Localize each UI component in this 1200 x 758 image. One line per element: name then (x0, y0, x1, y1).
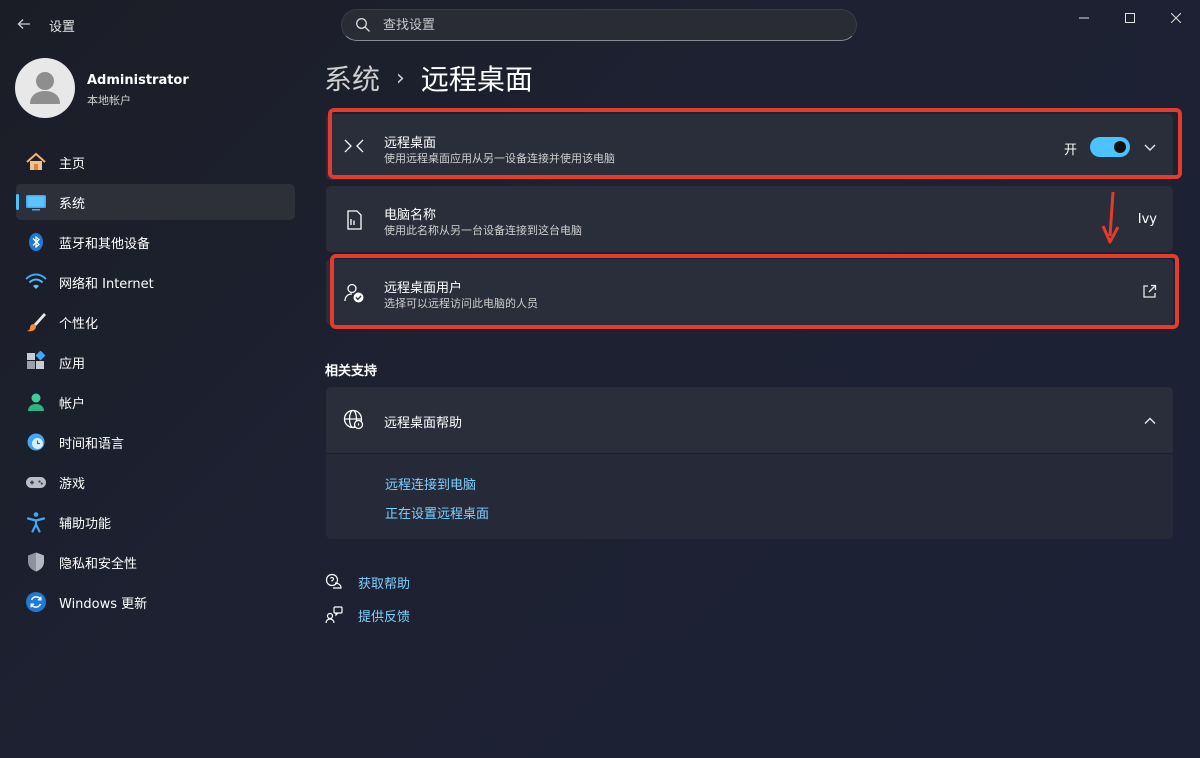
feedback-link[interactable]: 提供反馈 (324, 605, 410, 625)
help-link-setup-remote-desktop[interactable]: 正在设置远程桌面 (385, 503, 489, 522)
feedback-label: 提供反馈 (358, 609, 411, 625)
bluetooth-icon (25, 231, 47, 253)
chevron-up-icon[interactable] (1143, 413, 1157, 427)
divider (326, 453, 1173, 454)
app-title: 设置 (49, 20, 76, 35)
get-help-link[interactable]: 获取帮助 (324, 572, 410, 592)
avatar[interactable] (15, 58, 75, 118)
search-input[interactable] (383, 17, 823, 33)
close-button[interactable] (1153, 6, 1199, 30)
update-icon (25, 591, 47, 613)
sidebar-item-accessibility[interactable]: 辅助功能 (16, 504, 295, 540)
sidebar-item-privacy[interactable]: 隐私和安全性 (16, 544, 295, 580)
profile-name: Administrator (87, 73, 189, 88)
user-check-icon (342, 281, 366, 305)
pc-name-title: 电脑名称 (384, 208, 437, 223)
help-title: 远程桌面帮助 (384, 416, 463, 431)
wifi-icon (25, 271, 47, 293)
page-title: 远程桌面 (420, 63, 533, 96)
back-button[interactable] (12, 12, 36, 36)
sidebar-item-system[interactable]: 系统 (16, 184, 295, 220)
search-box[interactable] (341, 9, 857, 41)
search-icon (356, 18, 370, 32)
related-support-heading: 相关支持 (325, 364, 378, 379)
toggle-knob (1114, 141, 1126, 153)
pc-name-card: 电脑名称 使用此名称从另一台设备连接到这台电脑 Ivy (326, 186, 1173, 252)
chevron-down-icon[interactable] (1143, 139, 1157, 153)
sidebar-item-label: 隐私和安全性 (59, 556, 138, 572)
sidebar-item-windows-update[interactable]: Windows 更新 (16, 584, 295, 620)
sidebar-item-network[interactable]: 网络和 Internet (16, 264, 295, 300)
help-card-header[interactable]: 远程桌面帮助 (326, 387, 1173, 453)
remote-desktop-icon (342, 135, 366, 159)
remote-desktop-toggle[interactable] (1090, 137, 1130, 157)
help-link-remote-connect[interactable]: 远程连接到电脑 (385, 474, 476, 493)
time-language-icon (25, 431, 47, 453)
title-bar: 设置 (0, 0, 1200, 48)
help-chat-icon (324, 572, 344, 592)
remote-desktop-description: 使用远程桌面应用从另一设备连接并使用该电脑 (384, 152, 615, 165)
system-icon (25, 191, 47, 213)
shield-icon (25, 551, 47, 573)
sidebar-item-label: 主页 (59, 156, 86, 172)
remote-desktop-card[interactable]: 远程桌面 使用远程桌面应用从另一设备连接并使用该电脑 开 (326, 114, 1173, 180)
gamepad-icon (25, 471, 47, 493)
sidebar-item-personalization[interactable]: 个性化 (16, 304, 295, 340)
brush-icon (25, 311, 47, 333)
sidebar-nav: 主页 系统 蓝牙和其他设备 网络和 Internet 个性化 应用 帐户 时间和… (16, 144, 295, 624)
close-icon (1171, 13, 1181, 23)
minimize-button[interactable] (1061, 6, 1107, 30)
sidebar-item-label: 时间和语言 (59, 436, 125, 452)
pc-name-description: 使用此名称从另一台设备连接到这台电脑 (384, 224, 582, 237)
sidebar-item-bluetooth[interactable]: 蓝牙和其他设备 (16, 224, 295, 260)
sidebar-item-time-language[interactable]: 时间和语言 (16, 424, 295, 460)
minimize-icon (1079, 17, 1089, 19)
external-link-icon[interactable] (1142, 284, 1157, 299)
sidebar-item-label: 系统 (59, 196, 86, 212)
home-icon (25, 151, 47, 173)
sidebar-item-accounts[interactable]: 帐户 (16, 384, 295, 420)
accessibility-icon (25, 511, 47, 533)
sidebar-item-home[interactable]: 主页 (16, 144, 295, 180)
sidebar-item-label: 个性化 (59, 316, 99, 332)
feedback-icon (324, 605, 344, 625)
maximize-icon (1125, 13, 1135, 23)
profile-account-type: 本地帐户 (87, 94, 131, 107)
remote-users-title: 远程桌面用户 (384, 281, 463, 296)
sidebar-item-apps[interactable]: 应用 (16, 344, 295, 380)
pc-name-value: Ivy (1137, 212, 1157, 227)
sidebar-item-label: 应用 (59, 356, 86, 372)
globe-help-icon (342, 408, 366, 432)
apps-icon (25, 351, 47, 373)
breadcrumb-separator: › (396, 65, 405, 91)
red-arrow-annotation (1101, 191, 1120, 244)
sidebar-item-label: 网络和 Internet (59, 276, 154, 292)
breadcrumb: 系统 › 远程桌面 (324, 58, 533, 98)
remote-desktop-title: 远程桌面 (384, 136, 437, 151)
get-help-label: 获取帮助 (358, 576, 411, 592)
remote-users-description: 选择可以远程访问此电脑的人员 (384, 297, 538, 310)
maximize-button[interactable] (1107, 6, 1153, 30)
account-icon (25, 391, 47, 413)
sidebar-item-label: 蓝牙和其他设备 (59, 236, 151, 252)
pc-name-icon (342, 208, 366, 232)
remote-desktop-toggle-label: 开 (1063, 143, 1077, 158)
sidebar-item-label: Windows 更新 (59, 596, 148, 612)
remote-desktop-users-card[interactable]: 远程桌面用户 选择可以远程访问此电脑的人员 (326, 259, 1173, 325)
back-arrow-icon (17, 19, 30, 29)
sidebar-item-label: 帐户 (59, 396, 86, 412)
breadcrumb-parent[interactable]: 系统 (324, 58, 380, 98)
user-avatar-icon (30, 72, 60, 104)
sidebar-item-label: 游戏 (59, 476, 86, 492)
sidebar-item-gaming[interactable]: 游戏 (16, 464, 295, 500)
sidebar-item-label: 辅助功能 (59, 516, 112, 532)
